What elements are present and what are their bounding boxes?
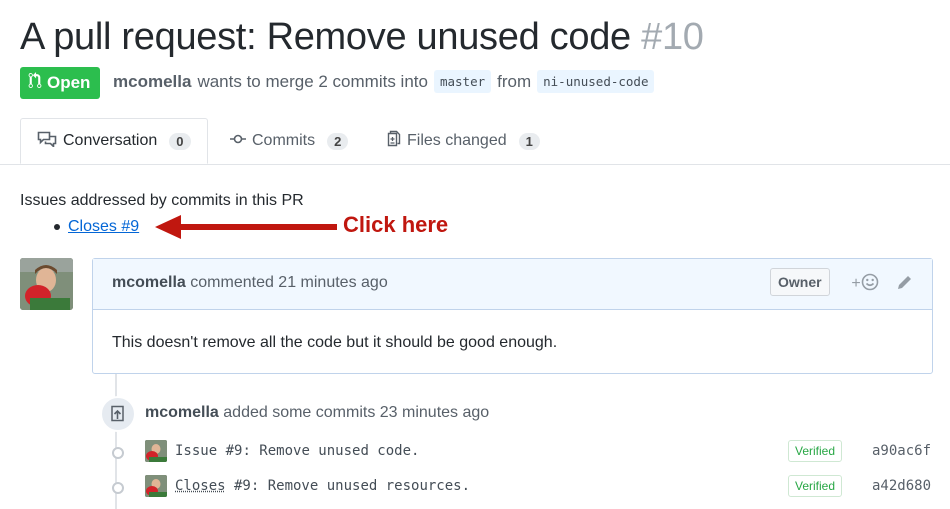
comment-meta: mcomella commented 21 minutes ago [112,274,388,292]
pr-number: #10 [641,16,704,58]
tab-label: Commits [252,132,316,149]
edit-pencil-button[interactable] [895,274,915,294]
commits-event: mcomella added some commits 23 minutes a… [145,404,489,422]
diff-icon [387,130,401,152]
commit-sha-link[interactable]: a42d680 [872,478,931,494]
verified-badge[interactable]: Verified [788,475,843,497]
from-text: from [497,71,532,91]
tab-files-changed[interactable]: Files changed 1 [387,118,540,164]
tab-commits[interactable]: Commits 2 [230,118,349,164]
comment-header: mcomella commented 21 minutes ago Owner … [93,259,932,310]
list-item: Closes #9 [54,218,139,236]
repo-push-icon [100,396,136,432]
tab-counter: 1 [518,132,540,150]
reaction-plus: + [851,275,861,292]
tab-conversation[interactable]: Conversation 0 [20,118,208,164]
tab-label: Conversation [63,132,158,149]
event-action: added some commits 23 minutes ago [223,404,490,421]
verified-badge[interactable]: Verified [788,440,843,462]
tab-counter: 2 [327,132,349,150]
commit-text: #9: Remove unused resources. [225,478,471,494]
bullet [54,224,60,230]
comment-box: mcomella commented 21 minutes ago Owner … [92,258,933,374]
git-commit-icon [230,132,246,150]
table-row: Closes #9: Remove unused resources. Veri… [105,473,933,501]
avatar[interactable] [145,440,167,462]
closes-issue-link[interactable]: Closes [175,478,226,494]
commit-message[interactable]: Issue #9: Remove unused code. [175,443,419,459]
tab-label: Files changed [407,132,507,149]
status-badge-open: Open [20,67,101,99]
commit-prefix: Issue #9 [175,443,243,459]
comment-discussion-icon [37,131,57,152]
pr-title-heading: A pull request: Remove unused code #10 [20,14,704,60]
merge-text: wants to merge 2 commits into [197,71,428,91]
merge-summary: mcomella wants to merge 2 commits into m… [113,70,655,93]
base-branch[interactable]: master [433,70,492,93]
head-branch[interactable]: ni-unused-code [537,70,655,93]
closes-issue-link[interactable]: Closes #9 [68,218,139,236]
tab-counter: 0 [169,132,191,150]
comment-timestamp[interactable]: commented 21 minutes ago [190,274,387,291]
comment-body: This doesn't remove all the code but it … [112,334,558,351]
table-row: Issue #9: Remove unused code. Verified a… [105,438,933,466]
smiley-icon [861,273,879,296]
pencil-icon [896,273,914,296]
annotation-text: Click here [343,212,449,237]
commit-sha-link[interactable]: a90ac6f [872,443,931,459]
annotation-arrow-icon [155,215,337,239]
commit-dot-icon [112,447,124,459]
avatar[interactable] [20,258,73,310]
commit-text: : Remove unused code. [242,443,420,459]
commit-dot-icon [112,482,124,494]
owner-badge: Owner [770,268,830,296]
commit-message[interactable]: Closes #9: Remove unused resources. [175,478,470,494]
comment-author-link[interactable]: mcomella [112,274,186,291]
avatar[interactable] [145,475,167,497]
pr-author-link[interactable]: mcomella [113,72,191,92]
pr-title: A pull request: Remove unused code [20,16,631,58]
event-author-link[interactable]: mcomella [145,404,219,421]
git-pull-request-icon [28,72,42,94]
issues-heading: Issues addressed by commits in this PR [20,192,304,209]
status-label: Open [47,73,91,92]
add-reaction-button[interactable]: + [847,273,883,295]
